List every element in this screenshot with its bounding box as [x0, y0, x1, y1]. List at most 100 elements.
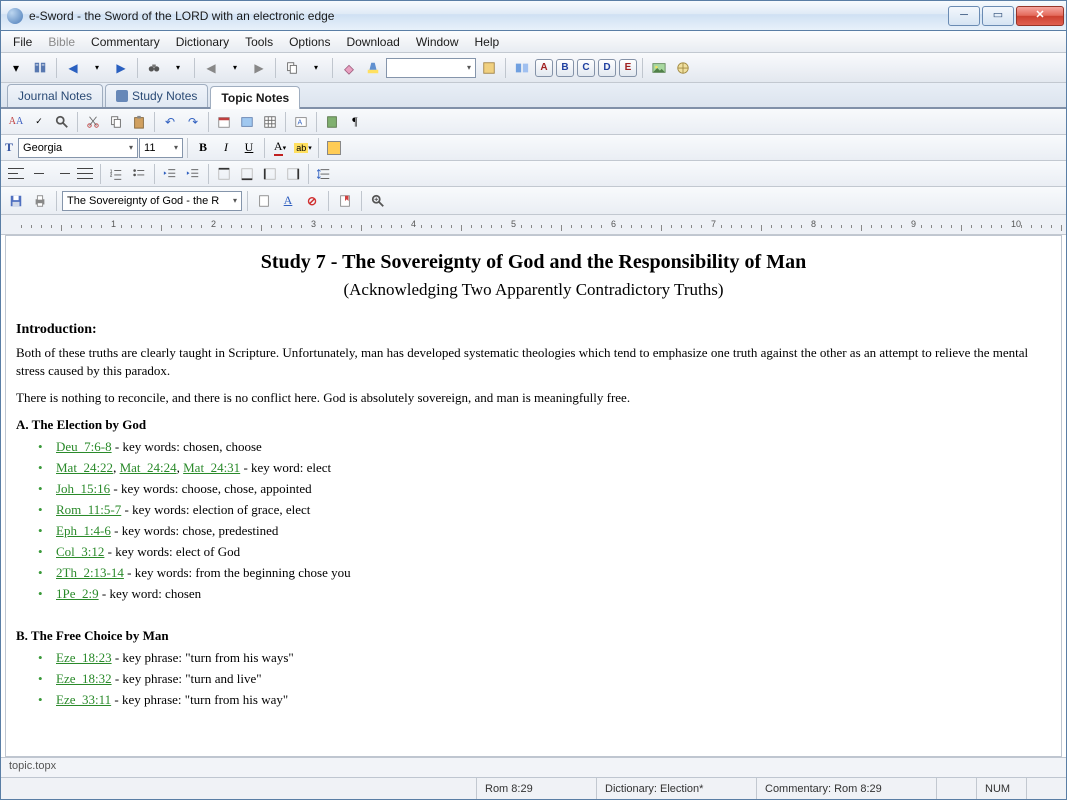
highlight-color-button[interactable]: ab▾ — [292, 137, 314, 159]
paste-icon[interactable] — [128, 111, 150, 133]
nav-back-icon[interactable]: ◀ — [62, 57, 84, 79]
scripture-ref[interactable]: Joh_15:16 — [56, 481, 110, 496]
scripture-ref[interactable]: Col_3:12 — [56, 544, 104, 559]
font-size-combo[interactable]: 11▾ — [139, 138, 183, 158]
binoculars-icon[interactable] — [143, 57, 165, 79]
numbered-list-button[interactable]: 12 — [105, 163, 127, 185]
font-color-button[interactable]: A▾ — [269, 137, 291, 159]
copy-icon[interactable] — [281, 57, 303, 79]
menu-bible[interactable]: Bible — [40, 33, 83, 51]
cut-icon[interactable] — [82, 111, 104, 133]
rename-topic-icon[interactable]: A — [277, 190, 299, 212]
paragraph-icon[interactable]: ¶ — [344, 111, 366, 133]
bookmark-icon[interactable] — [334, 190, 356, 212]
menu-download[interactable]: Download — [338, 33, 407, 51]
line-spacing-button[interactable] — [313, 163, 335, 185]
align-center-button[interactable] — [28, 163, 50, 185]
format-a-button[interactable]: A — [535, 59, 553, 77]
maximize-button[interactable]: ▭ — [982, 6, 1014, 26]
scripture-ref[interactable]: Eze_33:11 — [56, 692, 111, 707]
outdent-button[interactable] — [159, 163, 181, 185]
scripture-ref[interactable]: 2Th_2:13-14 — [56, 565, 124, 580]
bullet-list-button[interactable] — [128, 163, 150, 185]
image-icon[interactable] — [236, 111, 258, 133]
document-content[interactable]: Study 7 - The Sovereignty of God and the… — [5, 235, 1062, 757]
date-icon[interactable] — [213, 111, 235, 133]
indent-button[interactable] — [182, 163, 204, 185]
scripture-ref[interactable]: Eph_1:4-6 — [56, 523, 111, 538]
close-button[interactable]: ✕ — [1016, 6, 1064, 26]
tab-study-notes[interactable]: Study Notes — [105, 84, 208, 107]
globe-icon[interactable] — [672, 57, 694, 79]
link-icon[interactable]: A — [290, 111, 312, 133]
zoom-icon[interactable] — [367, 190, 389, 212]
bold-button[interactable]: B — [192, 137, 214, 159]
table-icon[interactable] — [259, 111, 281, 133]
scripture-ref[interactable]: Rom_11:5-7 — [56, 502, 121, 517]
nav-dropdown-icon[interactable]: ▾ — [86, 57, 108, 79]
border-right-button[interactable] — [282, 163, 304, 185]
tab-journal-notes[interactable]: Journal Notes — [7, 84, 103, 107]
italic-button[interactable]: I — [215, 137, 237, 159]
align-justify-button[interactable] — [74, 163, 96, 185]
status-num: NUM — [976, 778, 1026, 799]
book-icon[interactable] — [29, 57, 51, 79]
swatch-icon[interactable] — [478, 57, 500, 79]
save-icon[interactable] — [5, 190, 27, 212]
menu-window[interactable]: Window — [408, 33, 467, 51]
topic-combo[interactable]: The Sovereignty of God - the R▾ — [62, 191, 242, 211]
copy-icon[interactable] — [105, 111, 127, 133]
font-settings-icon[interactable]: AA — [5, 111, 27, 133]
find-next-icon[interactable]: ▶ — [248, 57, 270, 79]
scripture-ref[interactable]: 1Pe_2:9 — [56, 586, 99, 601]
picture-icon[interactable] — [648, 57, 670, 79]
align-right-button[interactable] — [51, 163, 73, 185]
menu-options[interactable]: Options — [281, 33, 338, 51]
fill-color-button[interactable] — [323, 137, 345, 159]
border-left-button[interactable] — [259, 163, 281, 185]
new-topic-icon[interactable] — [253, 190, 275, 212]
binoculars-dropdown-icon[interactable]: ▾ — [167, 57, 189, 79]
scripture-ref[interactable]: Deu_7:6-8 — [56, 439, 112, 454]
find-prev-icon[interactable]: ◀ — [200, 57, 222, 79]
compare-icon[interactable] — [511, 57, 533, 79]
menu-help[interactable]: Help — [467, 33, 508, 51]
underline-button[interactable]: U — [238, 137, 260, 159]
align-left-button[interactable] — [5, 163, 27, 185]
copy-dropdown-icon[interactable]: ▾ — [305, 57, 327, 79]
format-b-button[interactable]: B — [556, 59, 574, 77]
delete-topic-icon[interactable]: ⊘ — [301, 190, 323, 212]
nav-forward-icon[interactable]: ▶ — [110, 57, 132, 79]
book-insert-icon[interactable] — [321, 111, 343, 133]
format-e-button[interactable]: E — [619, 59, 637, 77]
menu-tools[interactable]: Tools — [237, 33, 281, 51]
find-dropdown-icon[interactable]: ▾ — [224, 57, 246, 79]
scripture-ref[interactable]: Mat_24:31 — [183, 460, 240, 475]
tab-label: Journal Notes — [18, 89, 92, 103]
format-c-button[interactable]: C — [577, 59, 595, 77]
menu-file[interactable]: File — [5, 33, 40, 51]
border-bottom-button[interactable] — [236, 163, 258, 185]
redo-icon[interactable]: ↷ — [182, 111, 204, 133]
menu-dictionary[interactable]: Dictionary — [168, 33, 237, 51]
format-d-button[interactable]: D — [598, 59, 616, 77]
scripture-ref[interactable]: Eze_18:23 — [56, 650, 112, 665]
dropdown-icon[interactable]: ▾ — [5, 57, 27, 79]
menu-commentary[interactable]: Commentary — [83, 33, 168, 51]
highlight-color-combo[interactable]: ▾ — [386, 58, 476, 78]
minimize-button[interactable]: ─ — [948, 6, 980, 26]
scripture-ref[interactable]: Eze_18:32 — [56, 671, 112, 686]
spellcheck-icon[interactable]: ✓ — [28, 111, 50, 133]
undo-icon[interactable]: ↶ — [159, 111, 181, 133]
border-top-button[interactable] — [213, 163, 235, 185]
doc-subtitle: (Acknowledging Two Apparently Contradict… — [16, 280, 1051, 300]
scripture-ref[interactable]: Mat_24:24 — [120, 460, 177, 475]
highlight-icon[interactable] — [362, 57, 384, 79]
font-name-combo[interactable]: Georgia▾ — [18, 138, 138, 158]
file-tab[interactable]: topic.topx — [1, 757, 1066, 777]
tab-topic-notes[interactable]: Topic Notes — [210, 86, 300, 109]
eraser-icon[interactable] — [338, 57, 360, 79]
search-icon[interactable] — [51, 111, 73, 133]
scripture-ref[interactable]: Mat_24:22 — [56, 460, 113, 475]
print-icon[interactable] — [29, 190, 51, 212]
